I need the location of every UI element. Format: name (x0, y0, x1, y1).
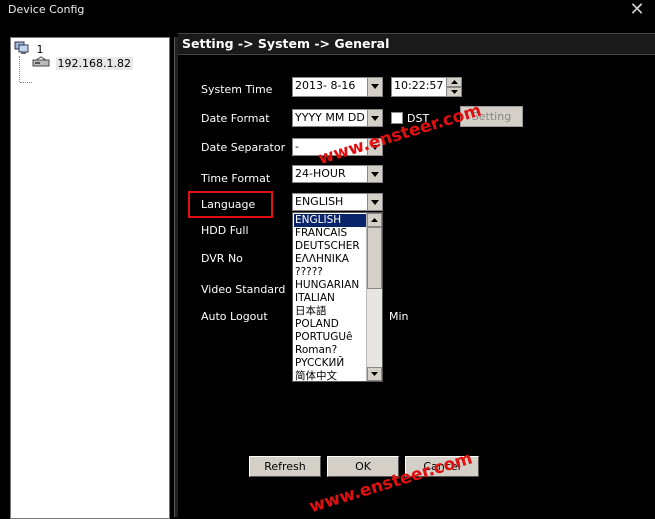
language-option[interactable]: FRANCAIS (294, 227, 369, 240)
language-option[interactable]: POLAND (294, 318, 369, 331)
scroll-thumb[interactable] (367, 227, 382, 289)
language-label: Language (201, 198, 256, 211)
date-format-combo[interactable]: YYYY MM DD (292, 109, 383, 127)
window-title: Device Config (8, 3, 85, 16)
spin-up-icon[interactable] (446, 77, 462, 87)
chevron-down-icon[interactable] (367, 109, 383, 127)
tree-connector (20, 82, 32, 84)
video-standard-label: Video Standard (201, 283, 286, 296)
date-separator-value: - (295, 140, 299, 153)
computer-group-icon (14, 41, 30, 58)
auto-logout-label: Auto Logout (201, 310, 268, 323)
refresh-button[interactable]: Refresh (249, 456, 321, 477)
system-time-value: 10:22:57 (394, 79, 444, 92)
auto-logout-unit: Min (389, 310, 409, 323)
tree-device-node[interactable]: 192.168.1.82 (32, 56, 133, 72)
time-format-combo[interactable]: 24-HOUR (292, 165, 383, 183)
tree-root-node[interactable]: 1 (14, 41, 44, 57)
device-config-window: Device Config ✕ 1 192.168.1.82 Setting -… (0, 0, 655, 519)
language-combo[interactable]: ENGLISH (292, 193, 383, 211)
language-option[interactable]: Roman? (294, 344, 369, 357)
device-tree: 1 192.168.1.82 (10, 37, 170, 519)
language-option[interactable]: ????? (294, 266, 369, 279)
language-option[interactable]: PYCCKИЙ (294, 357, 369, 370)
tree-connector (19, 56, 21, 82)
dst-checkbox[interactable] (391, 112, 403, 124)
chevron-down-icon[interactable] (367, 193, 383, 211)
scroll-up-icon[interactable] (367, 213, 382, 227)
chevron-down-icon[interactable] (367, 77, 383, 97)
chevron-down-icon[interactable] (367, 165, 383, 183)
language-option[interactable]: ΕΛΛΗΝΙΚΑ (294, 253, 369, 266)
breadcrumb: Setting -> System -> General (182, 36, 390, 51)
dropdown-scrollbar[interactable] (366, 213, 382, 381)
time-format-label: Time Format (201, 172, 271, 185)
language-option[interactable]: PORTUGUê (294, 331, 369, 344)
system-time-spinner[interactable]: 10:22:57 (391, 77, 462, 97)
language-dropdown-list[interactable]: ENGLISH FRANCAIS DEUTSCHER ΕΛΛΗΝΙΚΑ????? HUN… (292, 212, 383, 382)
hdd-full-label: HDD Full (201, 224, 249, 237)
language-option[interactable]: DEUTSCHER (294, 240, 369, 253)
date-format-label: Date Format (201, 112, 270, 125)
settings-panel: Setting -> System -> General System Time… (178, 31, 655, 517)
scroll-down-icon[interactable] (367, 367, 382, 381)
language-option[interactable]: ENGLISH (294, 214, 369, 227)
language-option[interactable]: 日本語 (294, 305, 369, 318)
tree-device-label: 192.168.1.82 (55, 57, 133, 70)
close-icon[interactable]: ✕ (629, 1, 645, 19)
language-option[interactable]: 简体中文 (294, 370, 369, 381)
language-value: ENGLISH (295, 195, 344, 208)
system-time-label: System Time (201, 83, 273, 96)
tree-root-label: 1 (36, 43, 44, 56)
language-option[interactable]: HUNGARIAN (294, 279, 369, 292)
spin-down-icon[interactable] (446, 87, 462, 97)
date-format-value: YYYY MM DD (295, 111, 365, 124)
title-bar: Device Config ✕ (0, 0, 655, 22)
time-spin-buttons[interactable] (446, 77, 462, 97)
system-date-value: 2013- 8-16 (295, 79, 356, 92)
page-header: Setting -> System -> General (178, 33, 655, 55)
dvr-no-label: DVR No (201, 252, 243, 265)
time-format-value: 24-HOUR (295, 167, 346, 180)
system-date-combo[interactable]: 2013- 8-16 (292, 77, 383, 97)
date-separator-label: Date Separator (201, 141, 286, 154)
language-option[interactable]: ITALIAN (294, 292, 369, 305)
dvr-device-icon (32, 56, 50, 71)
